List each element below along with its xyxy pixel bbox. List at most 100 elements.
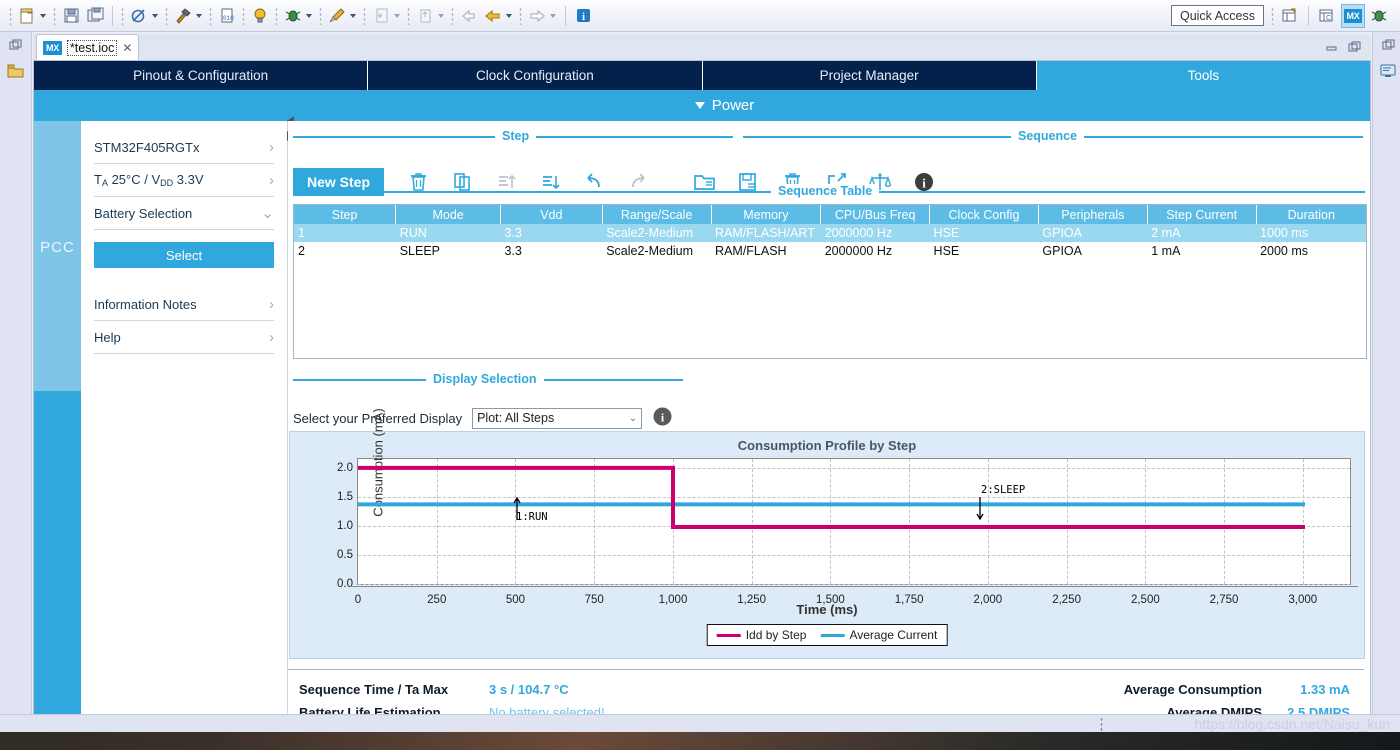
build-dropdown-caret[interactable]	[196, 13, 202, 18]
save-sequence-button[interactable]	[726, 166, 770, 198]
import-disabled-icon[interactable]	[370, 5, 392, 27]
minimize-icon[interactable]	[1325, 39, 1338, 57]
tab-clock-configuration[interactable]: Clock Configuration	[368, 61, 703, 90]
col-clock-config[interactable]: Clock Config	[929, 205, 1039, 224]
debug-dropdown-caret[interactable]	[152, 13, 158, 18]
save-all-icon[interactable]	[84, 5, 106, 27]
col-duration[interactable]: Duration	[1256, 205, 1366, 224]
build-hammer-icon[interactable]	[172, 5, 194, 27]
toolbar-drag-handle[interactable]	[9, 6, 12, 25]
consumption-chart[interactable]: Consumption Profile by Step Consumption …	[289, 408, 1365, 659]
close-icon[interactable]: ✕	[122, 41, 132, 55]
y-tick-label: 0.5	[337, 548, 353, 561]
debug-disabled-icon[interactable]	[128, 5, 150, 27]
sequence-table-body: 1 RUN 3.3 Scale2-Medium RAM/FLASH/ART 20…	[294, 224, 1366, 260]
forward-disabled-icon[interactable]	[526, 5, 548, 27]
tab-project-manager[interactable]: Project Manager	[703, 61, 1037, 90]
main-toolbar: 010 i Quick Access C MX	[0, 0, 1400, 32]
battery-select-button[interactable]: Select	[94, 242, 274, 268]
run-bug-icon[interactable]	[282, 5, 304, 27]
cell-vdd: 3.3	[504, 244, 522, 258]
legend-item-average-current[interactable]: Average Current	[820, 628, 937, 642]
chevron-right-icon: ›	[269, 138, 274, 156]
new-file-icon[interactable]	[16, 5, 38, 27]
option-battery-selection[interactable]: Battery Selection ⌄	[94, 197, 274, 230]
option-battery-label: Battery Selection	[94, 205, 193, 221]
restore-view-right-icon[interactable]	[1373, 32, 1400, 58]
right-fast-view-bar	[1372, 32, 1400, 732]
col-mode[interactable]: Mode	[395, 205, 501, 224]
chevron-down-icon	[694, 102, 705, 109]
c-cpp-perspective-icon[interactable]: C	[1315, 4, 1339, 28]
load-sequence-button[interactable]	[682, 166, 726, 198]
toolbar-dot-divider	[242, 6, 245, 25]
run-dropdown-caret[interactable]	[306, 13, 312, 18]
col-range-scale[interactable]: Range/Scale	[602, 205, 712, 224]
chart-legend[interactable]: Idd by Step Average Current	[706, 624, 948, 646]
external-tools-dropdown-caret[interactable]	[350, 13, 356, 18]
status-bar-handle[interactable]	[1100, 717, 1103, 731]
run-debug-lamp-icon[interactable]	[249, 5, 271, 27]
pcc-strip-lower	[34, 391, 81, 731]
toolbar-separator	[1308, 5, 1309, 26]
cell-mode: RUN	[395, 224, 501, 242]
col-step-current[interactable]: Step Current	[1147, 205, 1257, 224]
back-navigation-disabled-icon[interactable]	[458, 5, 480, 27]
undo-button[interactable]	[572, 166, 616, 198]
debug-perspective-icon[interactable]	[1367, 4, 1391, 28]
left-fast-view-bar	[0, 32, 32, 732]
cell-step: 2	[298, 244, 305, 258]
cell-vdd: 3.3	[500, 224, 603, 242]
import-dropdown-caret[interactable]	[394, 13, 400, 18]
chart-x-axis-label: Time (ms)	[796, 602, 858, 617]
editor-tab-test-ioc[interactable]: MX *test.ioc ✕	[36, 34, 140, 60]
col-step[interactable]: Step	[294, 205, 397, 224]
back-dropdown-caret[interactable]	[506, 13, 512, 18]
maximize-restore-icon[interactable]	[1348, 39, 1361, 57]
forward-dropdown-caret[interactable]	[550, 13, 556, 18]
col-vdd[interactable]: Vdd	[500, 205, 603, 224]
console-view-icon[interactable]	[1373, 58, 1400, 84]
display-select-dropdown[interactable]: Plot: All Steps ⌄	[472, 407, 643, 429]
save-icon[interactable]	[60, 5, 82, 27]
delete-step-button[interactable]	[396, 166, 440, 198]
option-mcu-selector[interactable]: STM32F405RGTx ›	[94, 131, 274, 164]
sequence-info-button[interactable]: i	[902, 166, 946, 198]
tab-pinout-configuration[interactable]: Pinout & Configuration	[34, 61, 369, 90]
tab-tools[interactable]: Tools	[1036, 61, 1370, 90]
col-peripherals[interactable]: Peripherals	[1038, 205, 1148, 224]
option-information-notes[interactable]: Information Notes ›	[94, 288, 274, 321]
table-row[interactable]: 1 RUN 3.3 Scale2-Medium RAM/FLASH/ART 20…	[294, 224, 1366, 242]
option-help[interactable]: Help ›	[94, 321, 274, 354]
option-conditions-selector[interactable]: TA 25°C / VDD 3.3V ›	[94, 164, 274, 197]
col-cpu-bus-freq[interactable]: CPU/Bus Freq	[820, 205, 931, 224]
quick-access-field[interactable]: Quick Access	[1170, 5, 1264, 26]
export-disabled-icon[interactable]	[414, 5, 436, 27]
power-options-panel: STM32F405RGTx › TA 25°C / VDD 3.3V › Bat…	[81, 116, 294, 731]
duplicate-step-button[interactable]	[440, 166, 484, 198]
display-selection-info-icon[interactable]: i	[652, 406, 673, 430]
external-tools-icon[interactable]	[326, 5, 348, 27]
legend-item-idd-by-step[interactable]: Idd by Step	[716, 628, 806, 642]
cubemx-main-tabs: Pinout & Configuration Clock Configurati…	[34, 61, 1370, 90]
sequence-table-container[interactable]: Step Mode Vdd Range/Scale Memory CPU/Bus…	[293, 204, 1367, 359]
project-explorer-icon[interactable]	[0, 58, 30, 84]
info-icon[interactable]: i	[572, 5, 594, 27]
binary-file-icon[interactable]: 010	[216, 5, 238, 27]
option-help-label: Help	[94, 329, 121, 345]
move-step-down-button[interactable]	[528, 166, 572, 198]
col-memory[interactable]: Memory	[711, 205, 822, 224]
power-section-header[interactable]: Power	[34, 90, 1370, 121]
y-tick-label: 2.0	[337, 461, 353, 474]
export-dropdown-caret[interactable]	[438, 13, 444, 18]
redo-button[interactable]	[616, 166, 660, 198]
restore-view-icon[interactable]	[0, 32, 30, 58]
back-icon[interactable]	[482, 5, 504, 27]
new-file-dropdown-caret[interactable]	[40, 13, 46, 18]
cubemx-perspective-icon[interactable]: MX	[1341, 3, 1365, 28]
table-row[interactable]: 2 SLEEP 3.3 Scale2-Medium RAM/FLASH 2000…	[294, 242, 1366, 260]
power-section-label: Power	[711, 97, 755, 114]
open-perspective-icon[interactable]	[1278, 4, 1302, 28]
move-step-up-button[interactable]	[484, 166, 528, 198]
sequence-group-frame: Sequence	[743, 129, 1363, 143]
